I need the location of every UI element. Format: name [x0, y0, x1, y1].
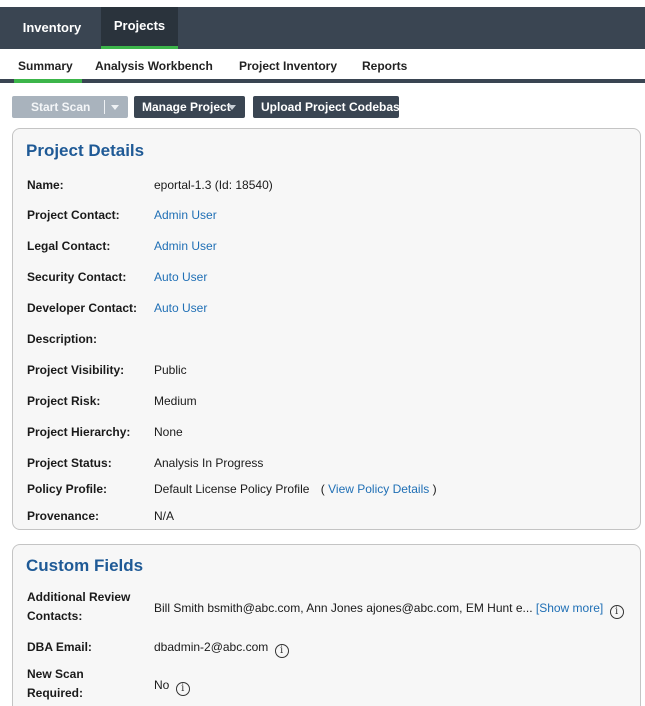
custom-fields-panel: Custom Fields Additional Review Contacts… [12, 544, 641, 706]
project-contact-link[interactable]: Admin User [154, 208, 217, 222]
detail-label: Project Status: [27, 456, 112, 470]
custom-field-label: Additional Review Contacts: [27, 590, 131, 623]
detail-label: Legal Contact: [27, 239, 111, 253]
subtab-project-inventory[interactable]: Project Inventory [239, 49, 337, 79]
subtab-analysis-workbench[interactable]: Analysis Workbench [95, 49, 213, 79]
sub-nav-bar: Summary Analysis Workbench Project Inven… [0, 49, 645, 83]
detail-label: Policy Profile: [27, 482, 108, 496]
start-scan-label: Start Scan [31, 100, 91, 114]
detail-label: Project Visibility: [27, 363, 125, 377]
manage-project-label: Manage Project [142, 100, 231, 114]
developer-contact-link[interactable]: Auto User [154, 301, 207, 315]
policy-profile-name: Default License Policy Profile [154, 482, 310, 496]
manage-project-button[interactable]: Manage Project [134, 96, 245, 118]
new-scan-text: No [154, 678, 170, 692]
info-icon[interactable]: i [175, 682, 190, 696]
subtab-reports[interactable]: Reports [362, 49, 407, 79]
visibility-value: Public [154, 363, 187, 377]
show-more-link[interactable]: [Show more] [536, 601, 603, 615]
detail-label: Provenance: [27, 509, 100, 523]
paren-open: ( [320, 482, 325, 496]
dba-email-value: dbadmin-2@abc.com i [154, 640, 289, 658]
info-icon[interactable]: i [609, 605, 624, 619]
security-contact-link[interactable]: Auto User [154, 270, 207, 284]
detail-label: Description: [27, 332, 98, 346]
view-policy-details-link[interactable]: View Policy Details [328, 482, 429, 496]
detail-label: Name: [27, 178, 64, 192]
subtab-summary[interactable]: Summary [14, 49, 82, 83]
new-scan-value: No i [154, 678, 190, 696]
status-value: Analysis In Progress [154, 456, 264, 470]
chevron-down-icon[interactable] [111, 105, 119, 110]
detail-label: Project Hierarchy: [27, 425, 131, 439]
hierarchy-value: None [154, 425, 183, 439]
chevron-down-icon [228, 105, 236, 110]
button-separator [104, 100, 105, 114]
dba-email-text: dbadmin-2@abc.com [154, 640, 269, 654]
active-tab-indicator [14, 79, 82, 83]
detail-label: Project Contact: [27, 208, 120, 222]
custom-field-label: DBA Email: [27, 640, 92, 654]
project-details-panel: Project Details Name: eportal-1.3 (Id: 1… [12, 128, 641, 530]
risk-value: Medium [154, 394, 197, 408]
review-contacts-value: Bill Smith bsmith@abc.com, Ann Jones ajo… [154, 601, 624, 619]
custom-field-label: New Scan Required: [27, 667, 84, 700]
project-name-value: eportal-1.3 (Id: 18540) [154, 178, 273, 192]
upload-codebase-button[interactable]: Upload Project Codebase [253, 96, 406, 118]
policy-profile-value: Default License Policy Profile ( View Po… [154, 482, 437, 496]
custom-fields-title: Custom Fields [26, 556, 144, 575]
detail-label: Project Risk: [27, 394, 101, 408]
provenance-value: N/A [154, 509, 175, 523]
info-icon[interactable]: i [274, 644, 289, 658]
detail-label: Developer Contact: [27, 301, 138, 315]
tab-inventory[interactable]: Inventory [14, 7, 90, 49]
project-details-title: Project Details [26, 141, 145, 160]
review-contacts-text: Bill Smith bsmith@abc.com, Ann Jones ajo… [154, 601, 533, 615]
tab-projects[interactable]: Projects [101, 7, 178, 49]
paren-close: ) [432, 482, 437, 496]
start-scan-button[interactable]: Start Scan [12, 96, 128, 118]
subtab-summary-label: Summary [18, 59, 73, 73]
legal-contact-link[interactable]: Admin User [154, 239, 217, 253]
detail-label: Security Contact: [27, 270, 127, 284]
top-nav-bar: Inventory Projects [0, 7, 645, 49]
